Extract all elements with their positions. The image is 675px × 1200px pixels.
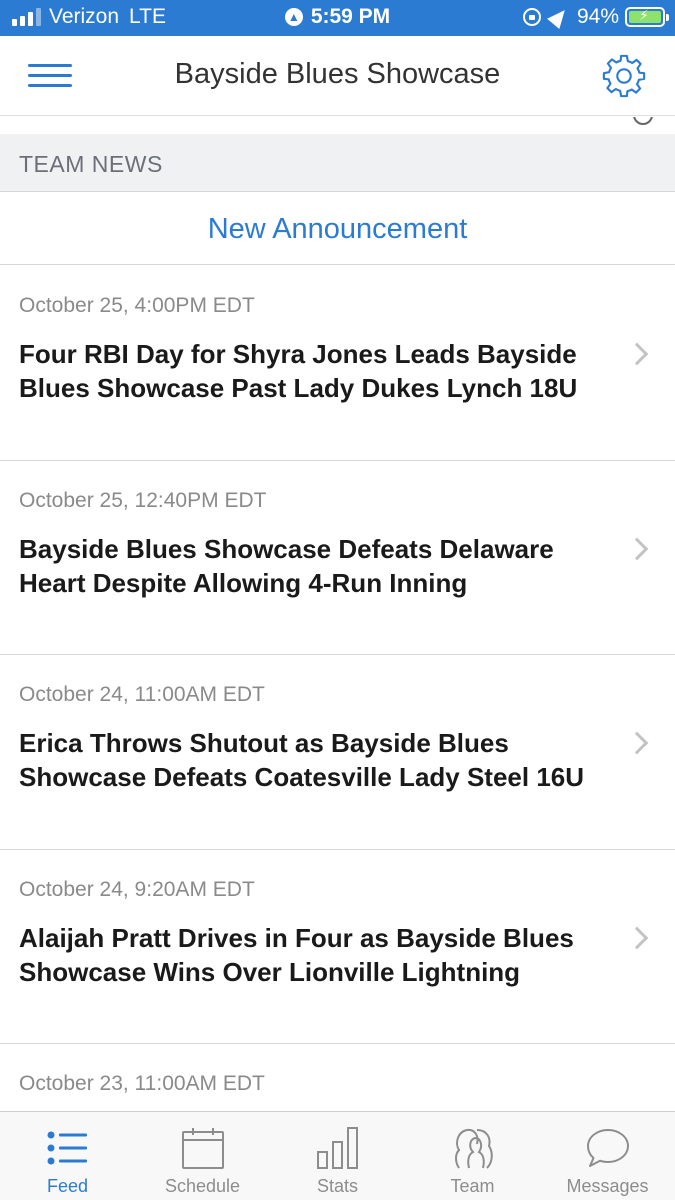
app-header: Bayside Blues Showcase (0, 36, 675, 116)
news-date: October 23, 11:00AM EDT (19, 1072, 265, 1095)
news-date: October 24, 9:20AM EDT (19, 877, 255, 901)
location-arrow-icon (547, 4, 571, 30)
news-date: October 25, 4:00PM EDT (19, 294, 255, 317)
battery-icon (625, 7, 669, 27)
news-feed-list[interactable]: October 25, 4:00PM EDT Four RBI Day for … (0, 266, 675, 1111)
chevron-right-icon (625, 537, 649, 560)
section-title: TEAM NEWS (19, 151, 163, 177)
chevron-right-icon (625, 731, 649, 755)
feed-list-icon (47, 1131, 87, 1165)
status-right: 94% (522, 4, 669, 30)
status-time: 5:59 PM (310, 5, 391, 28)
status-bar: Verizon LTE ▲ 5:59 PM 94% (0, 0, 675, 36)
news-headline: Erica Throws Shutout as Bayside Blues Sh… (19, 728, 585, 792)
navigation-indicator-icon: ▲ (284, 8, 303, 26)
chat-bubble-icon (586, 1129, 629, 1167)
battery-percent: 94% (576, 5, 619, 28)
news-date: October 24, 11:00AM EDT (19, 683, 265, 706)
calendar-icon (181, 1128, 224, 1169)
tab-stats[interactable]: Stats (270, 1112, 405, 1200)
section-header: TEAM NEWS (0, 134, 675, 192)
tab-messages[interactable]: Messages (540, 1112, 675, 1200)
tab-schedule[interactable]: Schedule (135, 1112, 270, 1200)
tab-label: Messages (566, 1176, 649, 1196)
tab-label: Feed (46, 1176, 89, 1196)
tab-label: Team (450, 1176, 495, 1196)
search-icon (633, 117, 653, 125)
news-headline: Bayside Blues Showcase Defeats Delaware … (19, 533, 554, 598)
news-item[interactable]: October 24, 11:00AM EDT Erica Throws Shu… (0, 655, 675, 850)
news-item[interactable]: October 25, 12:40PM EDT Bayside Blues Sh… (0, 460, 675, 655)
chevron-right-icon (625, 926, 649, 949)
news-item[interactable]: October 24, 9:20AM EDT Alaijah Pratt Dri… (0, 849, 675, 1044)
news-headline: Four RBI Day for Shyra Jones Leads Baysi… (19, 339, 578, 403)
news-item[interactable]: October 23, 11:00AM EDT (0, 1044, 675, 1111)
tab-feed[interactable]: Feed (0, 1112, 135, 1200)
new-announcement-label: New Announcement (207, 213, 468, 245)
chevron-right-icon (625, 342, 649, 366)
bottom-tab-bar: Feed Schedule Stats Team Messages (0, 1111, 675, 1200)
news-item[interactable]: October 25, 4:00PM EDT Four RBI Day for … (0, 266, 675, 461)
page-title: Bayside Blues Showcase (174, 58, 501, 90)
team-people-icon (454, 1128, 493, 1169)
news-date: October 25, 12:40PM EDT (19, 488, 267, 512)
scrolled-search-row (0, 117, 675, 134)
bar-chart-icon (316, 1127, 358, 1169)
news-headline: Alaijah Pratt Drives in Four as Bayside … (19, 922, 574, 987)
rotation-lock-icon (522, 8, 541, 26)
tab-label: Schedule (164, 1176, 241, 1196)
tab-team[interactable]: Team (405, 1112, 540, 1200)
tab-label: Stats (316, 1176, 359, 1196)
new-announcement-button[interactable]: New Announcement (0, 193, 675, 265)
gear-icon[interactable] (601, 53, 647, 99)
